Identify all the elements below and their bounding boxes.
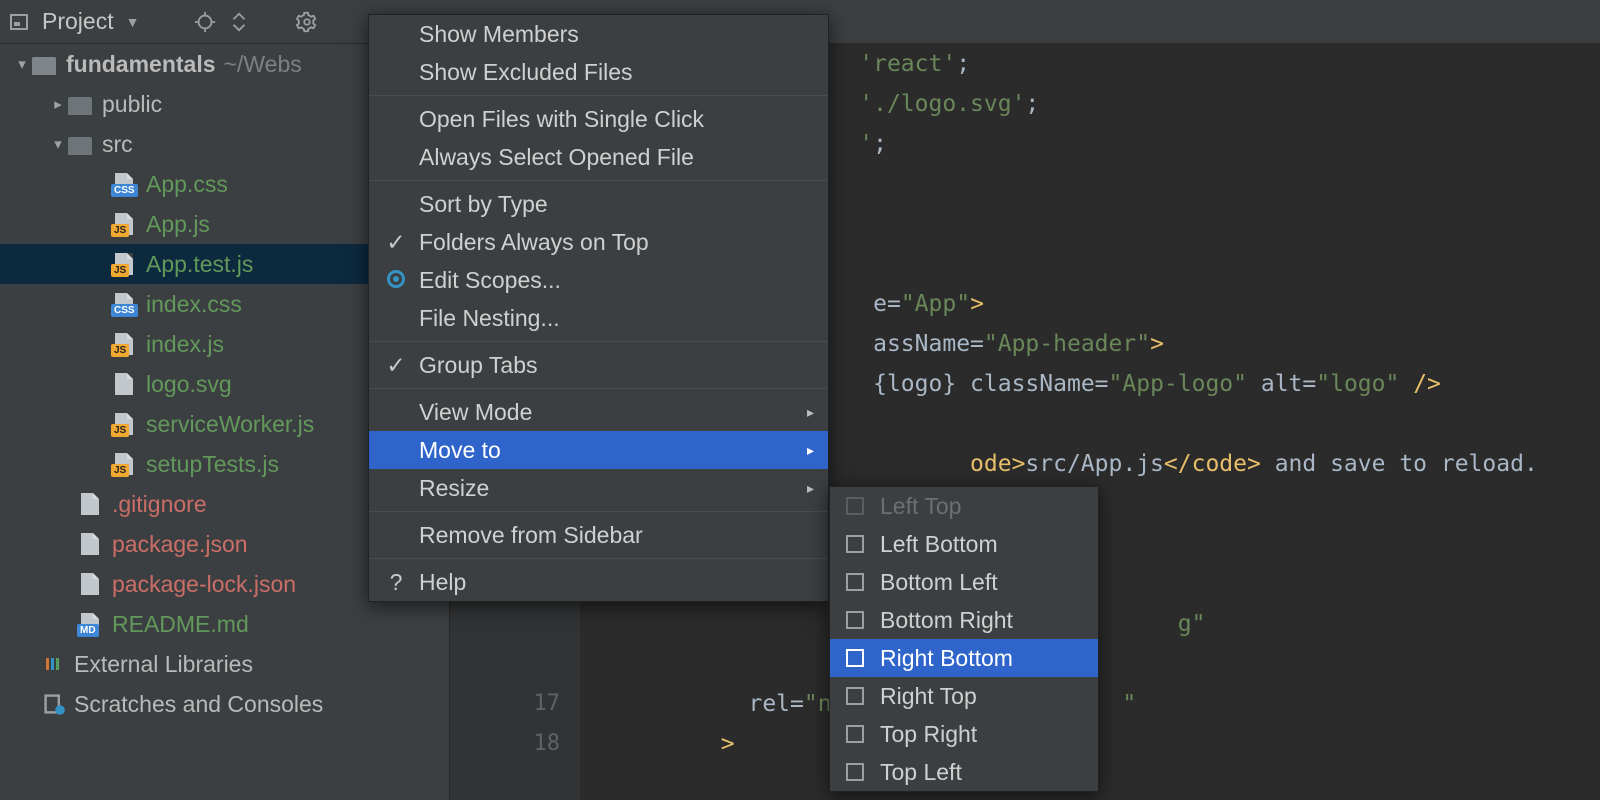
menu-remove-from-sidebar[interactable]: Remove from Sidebar [369, 516, 828, 554]
js-file-icon: JS [115, 413, 133, 435]
menu-show-members[interactable]: Show Members [369, 15, 828, 53]
folder-label: public [102, 91, 162, 118]
check-icon: ✓ [383, 352, 409, 379]
submenu-top-right[interactable]: Top Right [830, 715, 1098, 753]
position-icon [846, 497, 864, 515]
menu-file-nesting[interactable]: File Nesting... [369, 299, 828, 337]
file-label: serviceWorker.js [146, 411, 314, 438]
position-icon [846, 573, 864, 591]
move-to-submenu: Left Top Left Bottom Bottom Left Bottom … [829, 486, 1099, 792]
submenu-bottom-left[interactable]: Bottom Left [830, 563, 1098, 601]
gear-icon[interactable] [293, 8, 321, 36]
node-label: External Libraries [74, 651, 253, 678]
project-settings-menu: Show Members Show Excluded Files Open Fi… [368, 14, 829, 602]
position-icon [846, 649, 864, 667]
tree-node-scratches[interactable]: Scratches and Consoles [0, 684, 449, 724]
submenu-top-left[interactable]: Top Left [830, 753, 1098, 791]
css-file-icon: CSS [115, 173, 133, 195]
line-number: 18 [450, 724, 560, 764]
file-label: App.css [146, 171, 228, 198]
menu-sort-by-type[interactable]: Sort by Type [369, 185, 828, 223]
expand-all-icon[interactable] [225, 8, 253, 36]
project-name: fundamentals [66, 51, 216, 78]
folder-label: src [102, 131, 133, 158]
file-label: .gitignore [112, 491, 207, 518]
project-dropdown[interactable]: Project [42, 8, 114, 35]
submenu-bottom-right[interactable]: Bottom Right [830, 601, 1098, 639]
menu-help[interactable]: ?Help [369, 563, 828, 601]
check-icon: ✓ [383, 229, 409, 256]
md-file-icon: MD [81, 613, 99, 635]
submenu-right-bottom[interactable]: Right Bottom [830, 639, 1098, 677]
menu-view-mode[interactable]: View Mode [369, 393, 828, 431]
file-label: logo.svg [146, 371, 232, 398]
json-file-icon [81, 573, 99, 595]
folder-icon [32, 57, 56, 75]
scratches-icon [42, 692, 66, 716]
menu-open-single-click[interactable]: Open Files with Single Click [369, 100, 828, 138]
chevron-down-icon: ▼ [126, 14, 140, 30]
submenu-right-top[interactable]: Right Top [830, 677, 1098, 715]
position-icon [846, 535, 864, 553]
json-file-icon [81, 533, 99, 555]
help-icon: ? [383, 569, 409, 596]
file-label: index.js [146, 331, 224, 358]
menu-always-select[interactable]: Always Select Opened File [369, 138, 828, 176]
position-icon [846, 763, 864, 781]
menu-folders-top[interactable]: ✓Folders Always on Top [369, 223, 828, 261]
menu-edit-scopes[interactable]: Edit Scopes... [369, 261, 828, 299]
menu-move-to[interactable]: Move to [369, 431, 828, 469]
locate-icon[interactable] [191, 8, 219, 36]
radio-icon [383, 267, 409, 294]
tree-node-readme[interactable]: MD README.md [0, 604, 449, 644]
js-file-icon: JS [115, 333, 133, 355]
image-file-icon [115, 373, 133, 395]
library-icon [42, 654, 66, 674]
js-file-icon: JS [115, 453, 133, 475]
node-label: Scratches and Consoles [74, 691, 323, 718]
folder-icon [68, 97, 92, 115]
submenu-left-bottom[interactable]: Left Bottom [830, 525, 1098, 563]
project-tool-window-icon [10, 14, 28, 30]
submenu-left-top: Left Top [830, 487, 1098, 525]
file-label: package-lock.json [112, 571, 296, 598]
menu-show-excluded[interactable]: Show Excluded Files [369, 53, 828, 91]
file-label: package.json [112, 531, 248, 558]
menu-resize[interactable]: Resize [369, 469, 828, 507]
file-label: index.css [146, 291, 242, 318]
position-icon [846, 687, 864, 705]
tree-node-external-libraries[interactable]: External Libraries [0, 644, 449, 684]
file-label: setupTests.js [146, 451, 279, 478]
chevron-down-icon [48, 135, 68, 153]
chevron-right-icon [48, 95, 68, 113]
css-file-icon: CSS [115, 293, 133, 315]
js-file-icon: JS [115, 253, 133, 275]
folder-icon [68, 137, 92, 155]
file-label: App.test.js [146, 251, 253, 278]
file-label: App.js [146, 211, 210, 238]
js-file-icon: JS [115, 213, 133, 235]
position-icon [846, 725, 864, 743]
text-file-icon [81, 493, 99, 515]
line-number: 17 [450, 684, 560, 724]
chevron-down-icon [12, 55, 32, 73]
menu-group-tabs[interactable]: ✓Group Tabs [369, 346, 828, 384]
position-icon [846, 611, 864, 629]
project-path: ~/Webs [224, 51, 302, 78]
file-label: README.md [112, 611, 249, 638]
